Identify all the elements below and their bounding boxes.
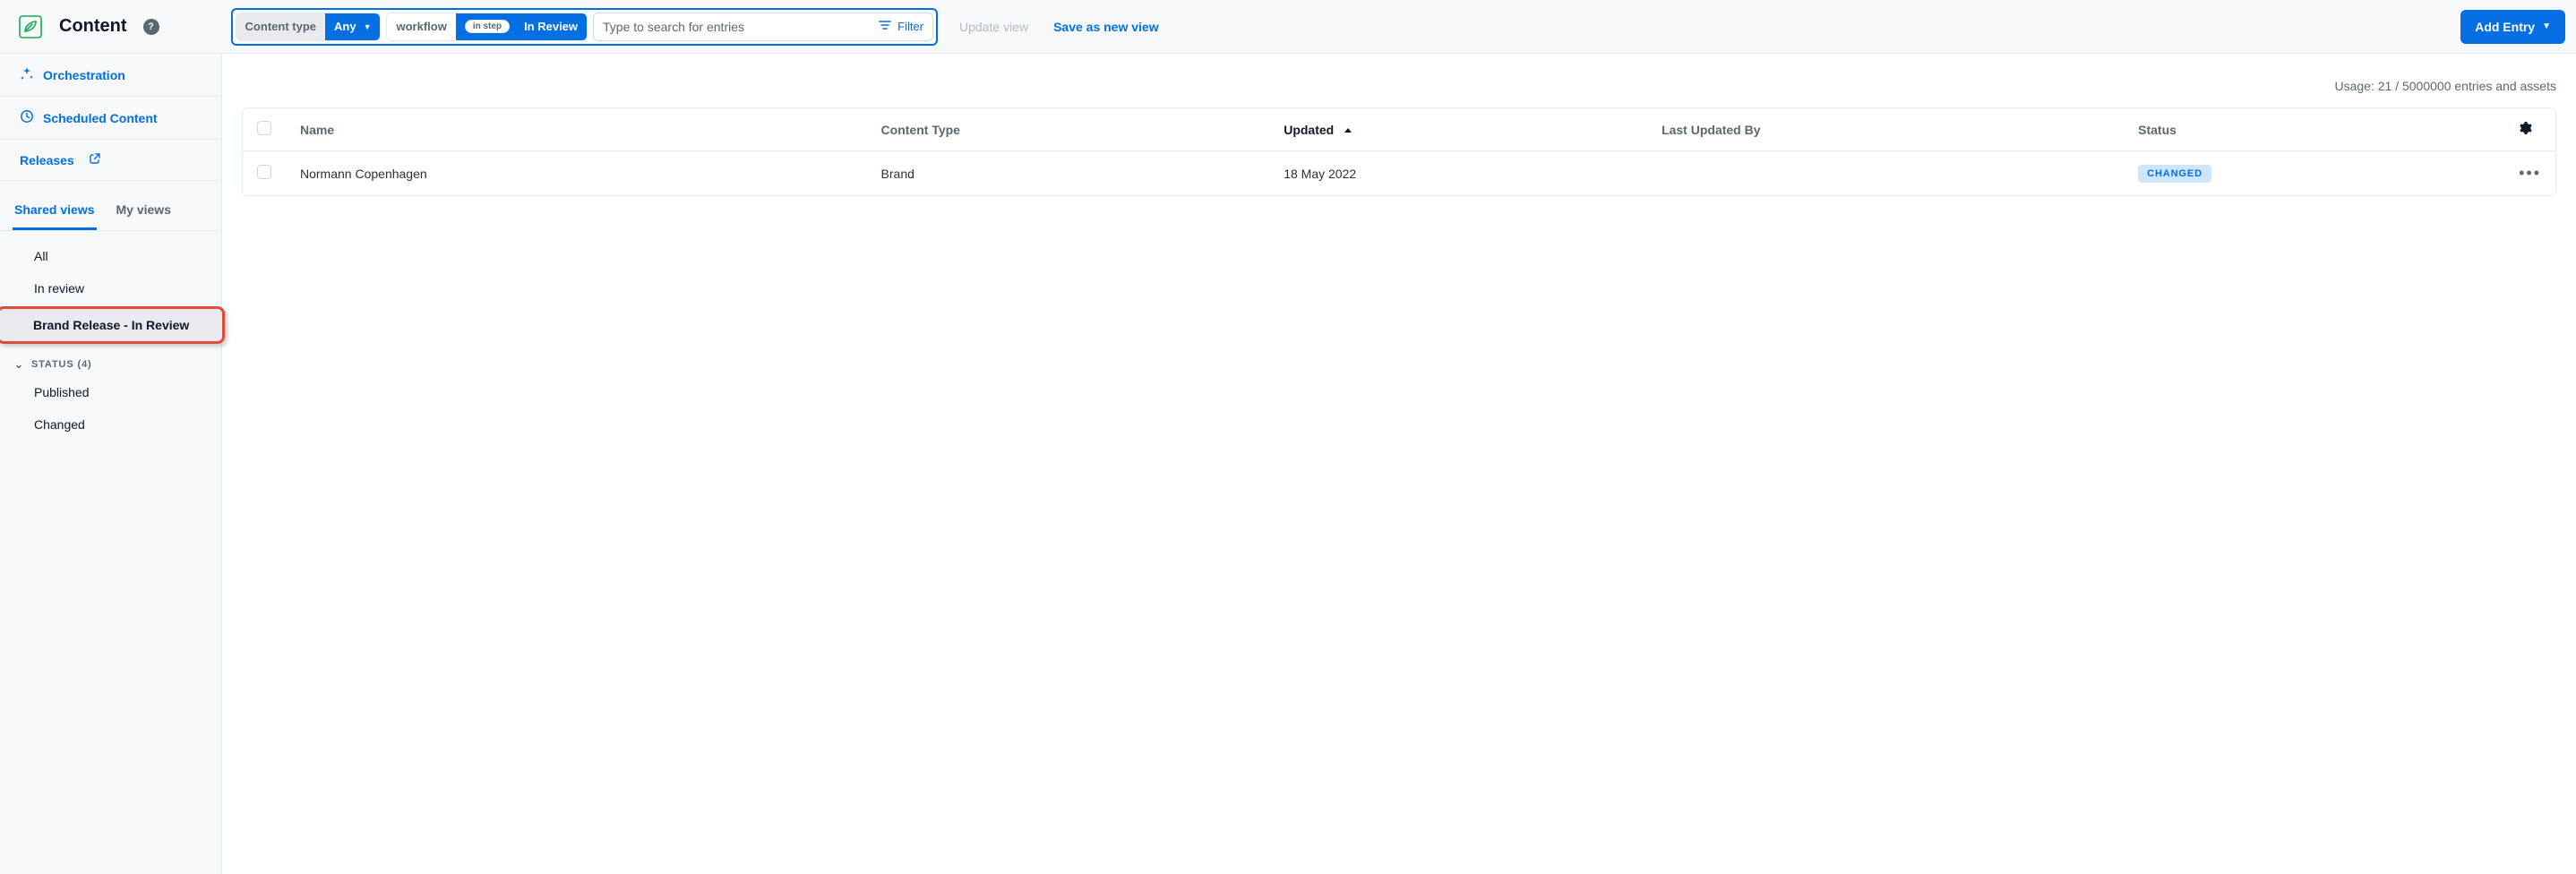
clock-icon — [20, 109, 34, 126]
update-view-link: Update view — [959, 20, 1028, 34]
sidebar-item-label: Orchestration — [43, 68, 125, 82]
col-name[interactable]: Name — [286, 108, 867, 151]
status-group-label: STATUS (4) — [31, 359, 92, 370]
view-item-changed[interactable]: Changed — [0, 408, 221, 441]
entries-table: Name Content Type Updated Last Updated B… — [242, 107, 2556, 196]
workflow-value[interactable]: in step In Review — [456, 13, 587, 40]
page-title: Content — [59, 16, 127, 37]
view-item-in-review[interactable]: In review — [0, 272, 221, 304]
workflow-label: workflow — [387, 13, 455, 40]
chevron-down-icon: ▼ — [2542, 21, 2551, 31]
table-row[interactable]: Normann Copenhagen Brand 18 May 2022 CHA… — [243, 151, 2555, 195]
workflow-filter[interactable]: workflow in step In Review — [386, 13, 588, 41]
table-header-row: Name Content Type Updated Last Updated B… — [243, 108, 2555, 151]
row-actions-icon[interactable]: ••• — [2519, 164, 2541, 182]
main-content: Usage: 21 / 5000000 entries and assets N… — [222, 54, 2576, 874]
search-input[interactable] — [603, 20, 878, 34]
sparkle-icon — [20, 66, 34, 83]
sidebar-item-label: Releases — [20, 153, 74, 167]
gear-icon[interactable] — [2519, 124, 2533, 138]
help-icon[interactable]: ? — [143, 19, 159, 35]
top-bar: Content ? Content type Any ▼ workflow in… — [0, 0, 2576, 54]
sort-asc-icon — [1344, 128, 1352, 133]
cell-content-type: Brand — [867, 151, 1270, 195]
chevron-down-icon: ⌄ — [14, 358, 24, 371]
tab-my-views[interactable]: My views — [115, 192, 173, 230]
leaf-logo-icon — [18, 14, 43, 39]
row-checkbox[interactable] — [257, 165, 271, 179]
add-entry-button[interactable]: Add Entry ▼ — [2460, 10, 2565, 44]
view-item-published[interactable]: Published — [0, 376, 221, 408]
col-updated[interactable]: Updated — [1269, 108, 1647, 151]
chevron-down-icon: ▼ — [364, 22, 372, 31]
external-link-icon — [89, 152, 101, 167]
sidebar-item-orchestration[interactable]: Orchestration — [0, 54, 221, 97]
sidebar-item-scheduled-content[interactable]: Scheduled Content — [0, 97, 221, 140]
content-type-filter[interactable]: Content type Any ▼ — [236, 13, 382, 41]
workflow-step-badge: in step — [465, 20, 510, 33]
col-content-type[interactable]: Content Type — [867, 108, 1270, 151]
col-status[interactable]: Status — [2124, 108, 2504, 151]
select-all-checkbox[interactable] — [257, 121, 271, 135]
cell-updated: 18 May 2022 — [1269, 151, 1647, 195]
views-list: All In review Brand Release - In Review … — [0, 231, 221, 441]
sidebar-item-label: Scheduled Content — [43, 111, 158, 125]
filter-link[interactable]: Filter — [897, 20, 923, 33]
cell-name: Normann Copenhagen — [286, 151, 867, 195]
col-last-updated-by[interactable]: Last Updated By — [1647, 108, 2124, 151]
view-item-brand-release-in-review[interactable]: Brand Release - In Review — [0, 306, 225, 344]
search-box[interactable]: Filter — [593, 13, 933, 41]
filter-search-container: Content type Any ▼ workflow in step In R… — [231, 8, 938, 46]
content-type-label: Content type — [236, 13, 325, 40]
usage-text: Usage: 21 / 5000000 entries and assets — [242, 79, 2556, 93]
save-as-new-view-link[interactable]: Save as new view — [1053, 20, 1159, 34]
view-item-all[interactable]: All — [0, 240, 221, 272]
status-badge: CHANGED — [2138, 165, 2211, 183]
status-group-header[interactable]: ⌄ STATUS (4) — [0, 349, 221, 376]
tab-shared-views[interactable]: Shared views — [13, 192, 97, 230]
sidebar: Orchestration Scheduled Content Releases… — [0, 54, 222, 874]
views-tabs: Shared views My views — [0, 192, 221, 231]
content-type-value[interactable]: Any ▼ — [325, 13, 380, 40]
sidebar-item-releases[interactable]: Releases — [0, 140, 221, 181]
filter-icon[interactable] — [878, 18, 892, 35]
cell-last-updated-by — [1647, 151, 2124, 195]
